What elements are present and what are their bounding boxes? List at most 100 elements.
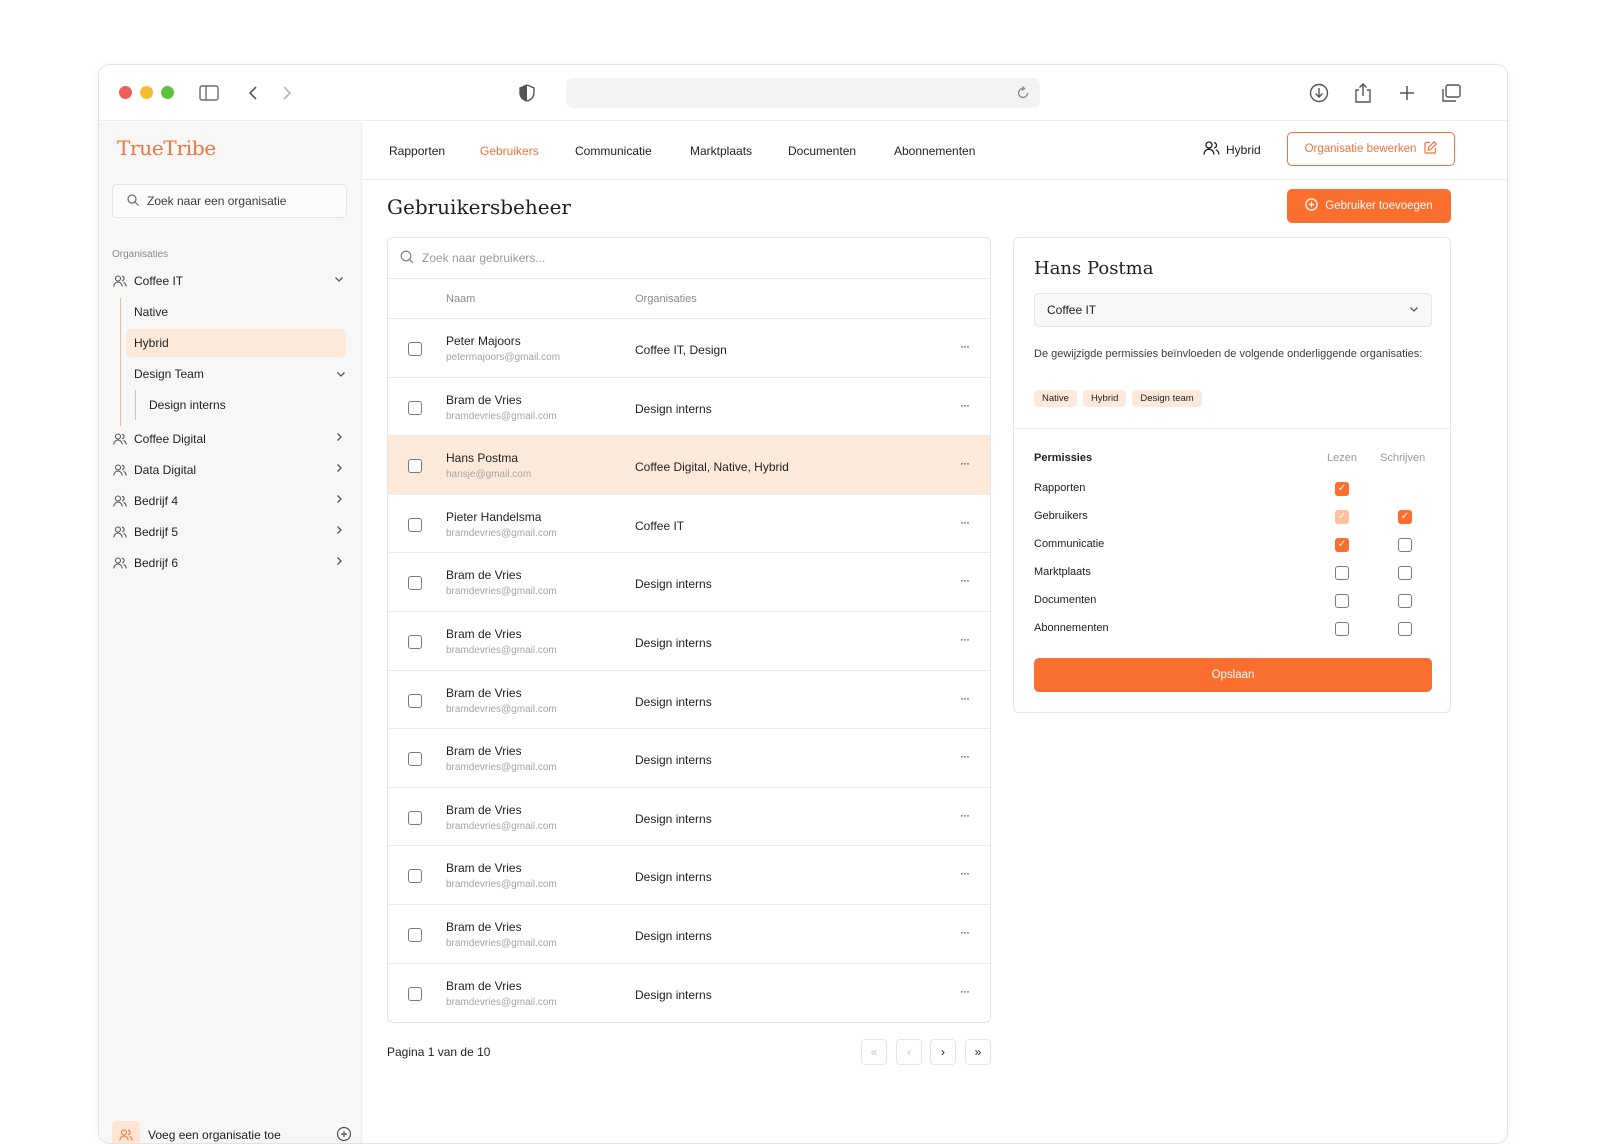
organisation-select[interactable]: Coffee IT (1034, 293, 1432, 327)
tab-marktplaats[interactable]: Marktplaats (690, 144, 752, 158)
save-button[interactable]: Opslaan (1034, 658, 1432, 692)
column-header-name[interactable]: Naam (446, 293, 475, 305)
previous-page-button[interactable]: ‹ (896, 1039, 922, 1065)
read-checkbox[interactable] (1335, 622, 1349, 636)
read-checkbox[interactable]: ✓ (1335, 510, 1349, 524)
row-checkbox[interactable] (408, 752, 422, 767)
read-checkbox[interactable] (1335, 594, 1349, 608)
read-checkbox[interactable]: ✓ (1335, 482, 1349, 496)
edit-organization-button[interactable]: Organisatie bewerken (1287, 132, 1455, 166)
row-checkbox[interactable] (408, 342, 422, 356)
write-checkbox[interactable] (1398, 622, 1412, 636)
sidebar-item-bedrijf-4[interactable]: Bedrijf 4 (112, 488, 352, 514)
read-checkbox[interactable]: ✓ (1335, 538, 1349, 552)
row-checkbox[interactable] (408, 927, 422, 942)
download-icon[interactable] (1305, 79, 1333, 107)
more-options-icon[interactable]: ··· (960, 691, 970, 705)
sidebar-item-coffee-digital[interactable]: Coffee Digital (112, 426, 352, 452)
table-row[interactable]: Bram de Vries bramdevries@gmail.com Desi… (388, 671, 990, 730)
address-bar[interactable] (566, 78, 1040, 108)
maximize-window-button[interactable] (161, 86, 174, 99)
tabs-overview-icon[interactable] (1437, 79, 1465, 107)
chevron-right-icon[interactable] (334, 524, 344, 538)
table-row[interactable]: Bram de Vries bramdevries@gmail.com Desi… (388, 905, 990, 964)
reload-icon[interactable] (1012, 82, 1034, 104)
table-row[interactable]: Bram de Vries bramdevries@gmail.com Desi… (388, 553, 990, 612)
chevron-right-icon[interactable] (334, 555, 344, 569)
current-org-indicator[interactable]: Hybrid (1203, 140, 1261, 159)
new-tab-icon[interactable] (1393, 79, 1421, 107)
table-row[interactable]: Bram de Vries bramdevries@gmail.com Desi… (388, 729, 990, 788)
plus-circle-icon[interactable] (336, 1126, 352, 1143)
table-row[interactable]: Bram de Vries bramdevries@gmail.com Desi… (388, 846, 990, 905)
more-options-icon[interactable]: ··· (960, 339, 970, 353)
shield-icon[interactable] (513, 79, 541, 107)
add-user-button[interactable]: Gebruiker toevoegen (1287, 189, 1451, 223)
more-options-icon[interactable]: ··· (960, 984, 970, 998)
table-row[interactable]: Pieter Handelsma bramdevries@gmail.com C… (388, 495, 990, 554)
add-organization-button[interactable]: Voeg een organisatie toe (112, 1120, 352, 1143)
sidebar-item-bedrijf-5[interactable]: Bedrijf 5 (112, 519, 352, 545)
tab-rapporten[interactable]: Rapporten (389, 144, 445, 158)
more-options-icon[interactable]: ··· (960, 515, 970, 529)
more-options-icon[interactable]: ··· (960, 808, 970, 822)
sidebar-item-hybrid[interactable]: Hybrid (126, 329, 346, 357)
table-row[interactable]: Bram de Vries bramdevries@gmail.com Desi… (388, 788, 990, 847)
row-checkbox[interactable] (408, 869, 422, 884)
sidebar-item-bedrijf-6[interactable]: Bedrijf 6 (112, 550, 352, 576)
back-icon[interactable] (239, 79, 267, 107)
sidebar-item-data-digital[interactable]: Data Digital (112, 457, 352, 483)
table-row[interactable]: Bram de Vries bramdevries@gmail.com Desi… (388, 612, 990, 671)
tab-documenten[interactable]: Documenten (788, 144, 856, 158)
write-checkbox[interactable] (1398, 566, 1412, 580)
more-options-icon[interactable]: ··· (960, 632, 970, 646)
sidebar-item-coffee-it[interactable]: Coffee IT (112, 268, 352, 294)
brand-logo[interactable]: TrueTribe (117, 136, 216, 160)
more-options-icon[interactable]: ··· (960, 749, 970, 763)
chevron-right-icon[interactable] (334, 493, 344, 507)
row-checkbox[interactable] (408, 459, 422, 474)
chevron-down-icon[interactable] (334, 273, 344, 287)
table-row-selected[interactable]: Hans Postma hansje@gmail.com Coffee Digi… (388, 436, 990, 495)
sidebar-item-design-interns[interactable]: Design interns (141, 391, 341, 419)
org-search-input[interactable]: Zoek naar een organisatie (112, 184, 347, 218)
sidebar-item-native[interactable]: Native (126, 298, 346, 326)
sidebar-toggle-icon[interactable] (195, 79, 223, 107)
row-checkbox[interactable] (408, 693, 422, 708)
table-row[interactable]: Peter Majoors petermajoors@gmail.com Cof… (388, 319, 990, 378)
row-checkbox[interactable] (408, 634, 422, 649)
column-header-organisations[interactable]: Organisaties (635, 293, 697, 305)
write-checkbox[interactable] (1398, 594, 1412, 608)
tab-abonnementen[interactable]: Abonnementen (894, 144, 975, 158)
more-options-icon[interactable]: ··· (960, 398, 970, 412)
chevron-right-icon[interactable] (334, 462, 344, 476)
permission-label: Documenten (1034, 594, 1097, 606)
write-checkbox[interactable]: ✓ (1398, 510, 1412, 524)
more-options-icon[interactable]: ··· (960, 456, 970, 470)
more-options-icon[interactable]: ··· (960, 866, 970, 880)
table-row[interactable]: Bram de Vries bramdevries@gmail.com Desi… (388, 964, 990, 1022)
row-checkbox[interactable] (408, 986, 422, 1001)
table-row[interactable]: Bram de Vries bramdevries@gmail.com Desi… (388, 378, 990, 437)
first-page-button[interactable]: « (861, 1039, 887, 1065)
tab-communicatie[interactable]: Communicatie (575, 144, 652, 158)
row-checkbox[interactable] (408, 810, 422, 825)
chevron-right-icon[interactable] (334, 431, 344, 445)
row-checkbox[interactable] (408, 517, 422, 532)
close-window-button[interactable] (119, 86, 132, 99)
more-options-icon[interactable]: ··· (960, 573, 970, 587)
chevron-down-icon[interactable] (336, 368, 346, 382)
minimize-window-button[interactable] (140, 86, 153, 99)
user-search-input[interactable]: Zoek naar gebruikers... (388, 238, 990, 279)
last-page-button[interactable]: » (965, 1039, 991, 1065)
row-checkbox[interactable] (408, 400, 422, 415)
share-icon[interactable] (1349, 79, 1377, 107)
more-options-icon[interactable]: ··· (960, 925, 970, 939)
read-checkbox[interactable] (1335, 566, 1349, 580)
tab-gebruikers[interactable]: Gebruikers (480, 144, 539, 158)
sidebar-item-design-team[interactable]: Design Team (126, 360, 346, 388)
write-checkbox[interactable] (1398, 538, 1412, 552)
next-page-button[interactable]: › (930, 1039, 956, 1065)
forward-icon[interactable] (273, 79, 301, 107)
row-checkbox[interactable] (408, 576, 422, 591)
